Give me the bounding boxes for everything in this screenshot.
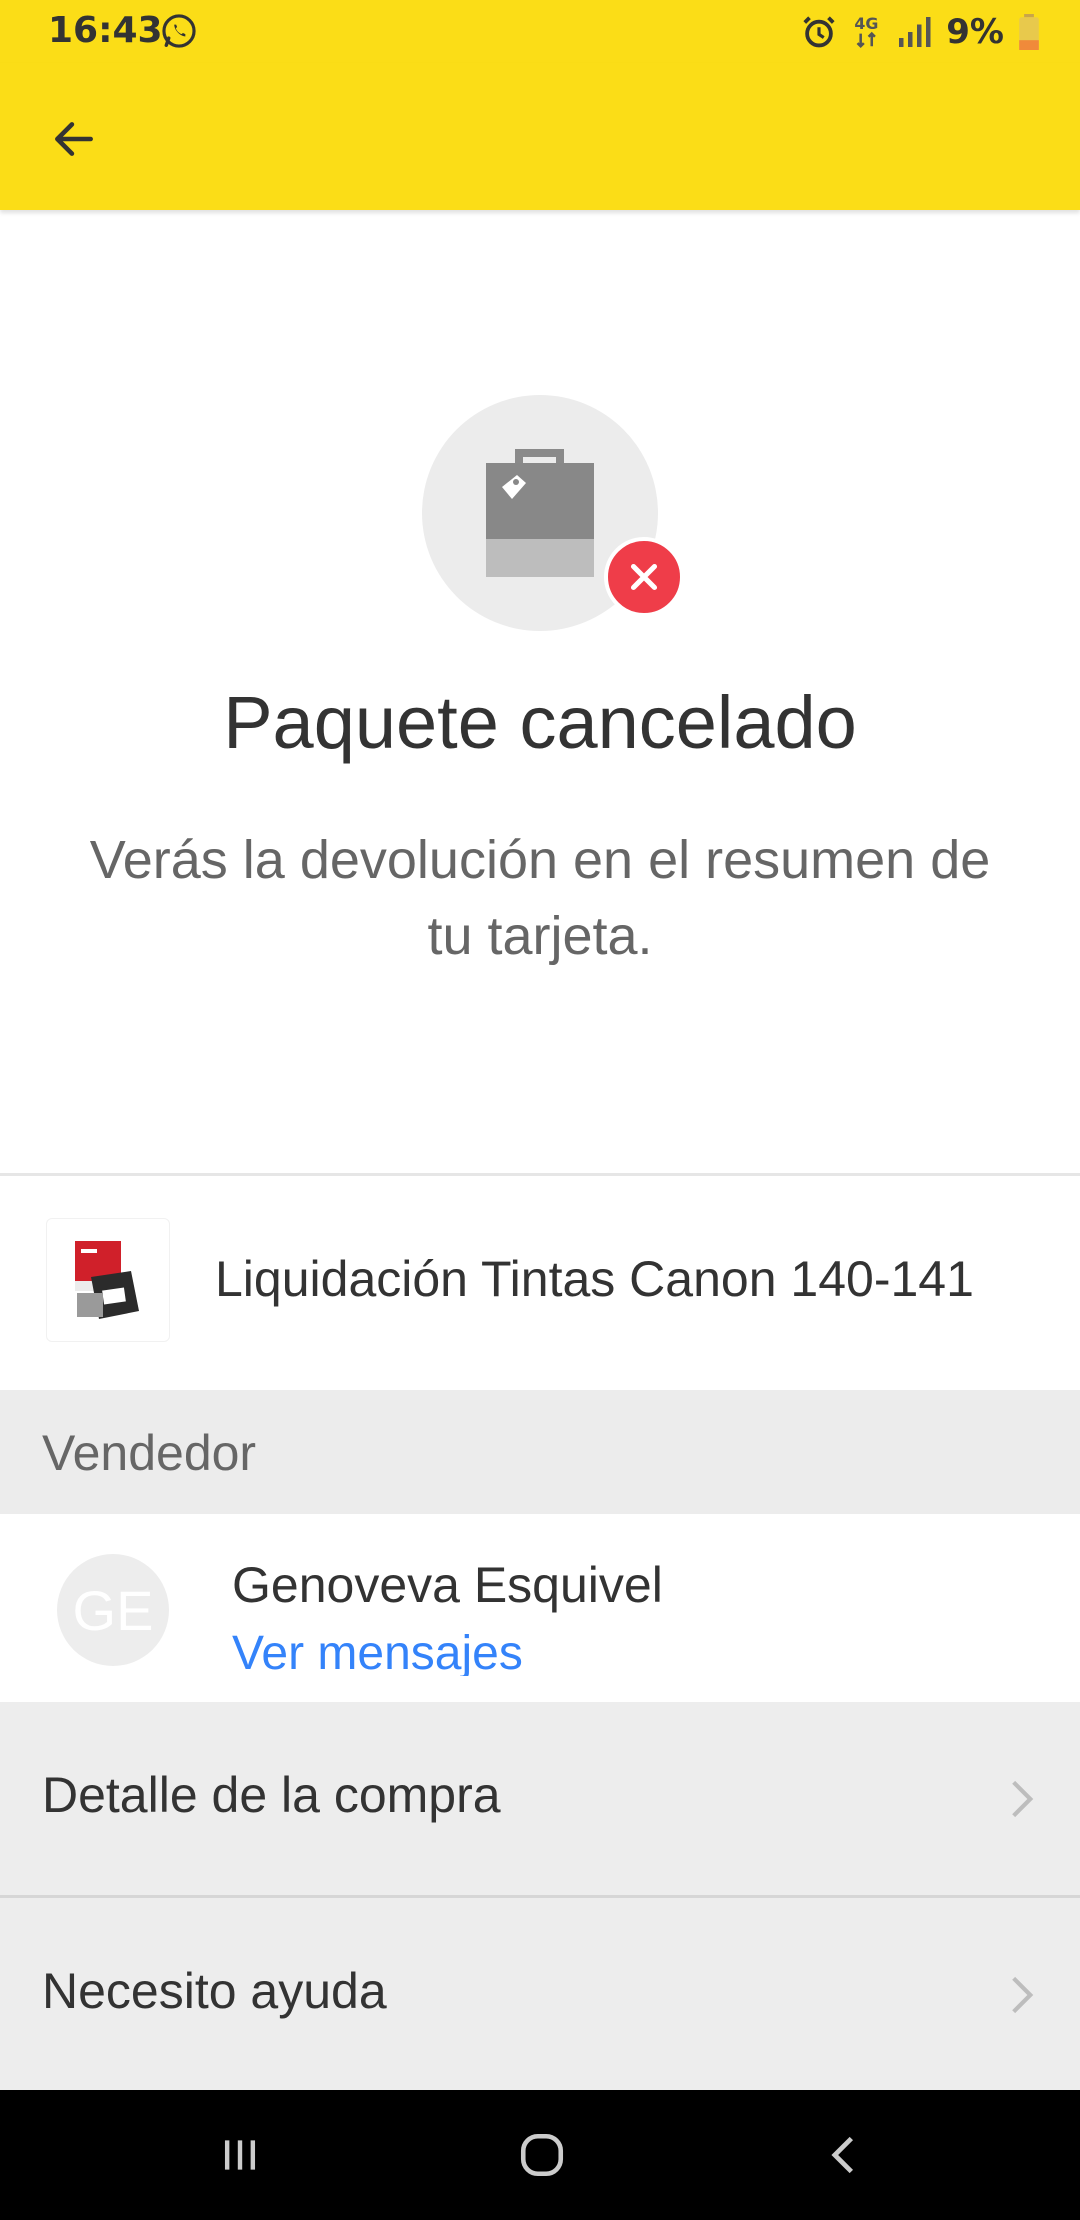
ink-cartridge-image <box>75 1241 139 1319</box>
back-nav-button[interactable] <box>804 2120 884 2190</box>
product-thumbnail <box>46 1218 170 1342</box>
network-4g-icon: 4G <box>855 14 879 49</box>
system-navigation-bar <box>0 2090 1080 2220</box>
arrow-left-icon <box>55 122 93 156</box>
chevron-left-icon <box>831 2136 854 2174</box>
alarm-icon <box>803 16 835 48</box>
avatar: GE <box>57 1554 169 1666</box>
app-toolbar <box>0 63 1080 210</box>
cancelled-badge <box>604 537 684 617</box>
back-button[interactable] <box>36 101 112 177</box>
section-title: Vendedor <box>42 1425 257 1481</box>
product-title: Liquidación Tintas Canon 140-141 <box>215 1251 974 1307</box>
seller-section-header: Vendedor <box>0 1390 1080 1514</box>
signal-icon <box>899 17 931 47</box>
chevron-right-icon <box>1012 1780 1034 1818</box>
view-messages-link[interactable]: Ver mensajes <box>232 1626 523 1676</box>
need-help-row[interactable]: Necesito ayuda <box>0 1898 1080 2091</box>
row-label: Necesito ayuda <box>42 1963 387 2019</box>
status-title: Paquete cancelado <box>223 681 857 764</box>
status-subtitle: Verás la devolución en el resumen de tu … <box>89 830 991 966</box>
battery-percent: 9% <box>946 12 1004 52</box>
recent-apps-button[interactable] <box>200 2120 280 2190</box>
battery-icon <box>1019 14 1039 50</box>
status-icons: 4G 9% <box>800 10 1040 54</box>
close-icon <box>630 563 658 591</box>
home-button[interactable] <box>502 2120 582 2190</box>
row-label: Detalle de la compra <box>42 1767 501 1823</box>
svg-text:4G: 4G <box>855 14 879 33</box>
status-time: 16:43 <box>48 10 163 51</box>
whatsapp-icon <box>162 14 196 48</box>
seller-card: GE Genoveva Esquivel Ver mensajes <box>0 1514 1080 1702</box>
recents-icon <box>224 2140 256 2170</box>
home-icon <box>520 2133 564 2177</box>
product-item[interactable]: Liquidación Tintas Canon 140-141 <box>0 1176 1080 1390</box>
seller-name: Genoveva Esquivel <box>232 1557 663 1613</box>
chevron-right-icon <box>1012 1976 1034 2014</box>
purchase-detail-row[interactable]: Detalle de la compra <box>0 1702 1080 1895</box>
status-bar: 16:43 4G 9% <box>0 0 1080 63</box>
